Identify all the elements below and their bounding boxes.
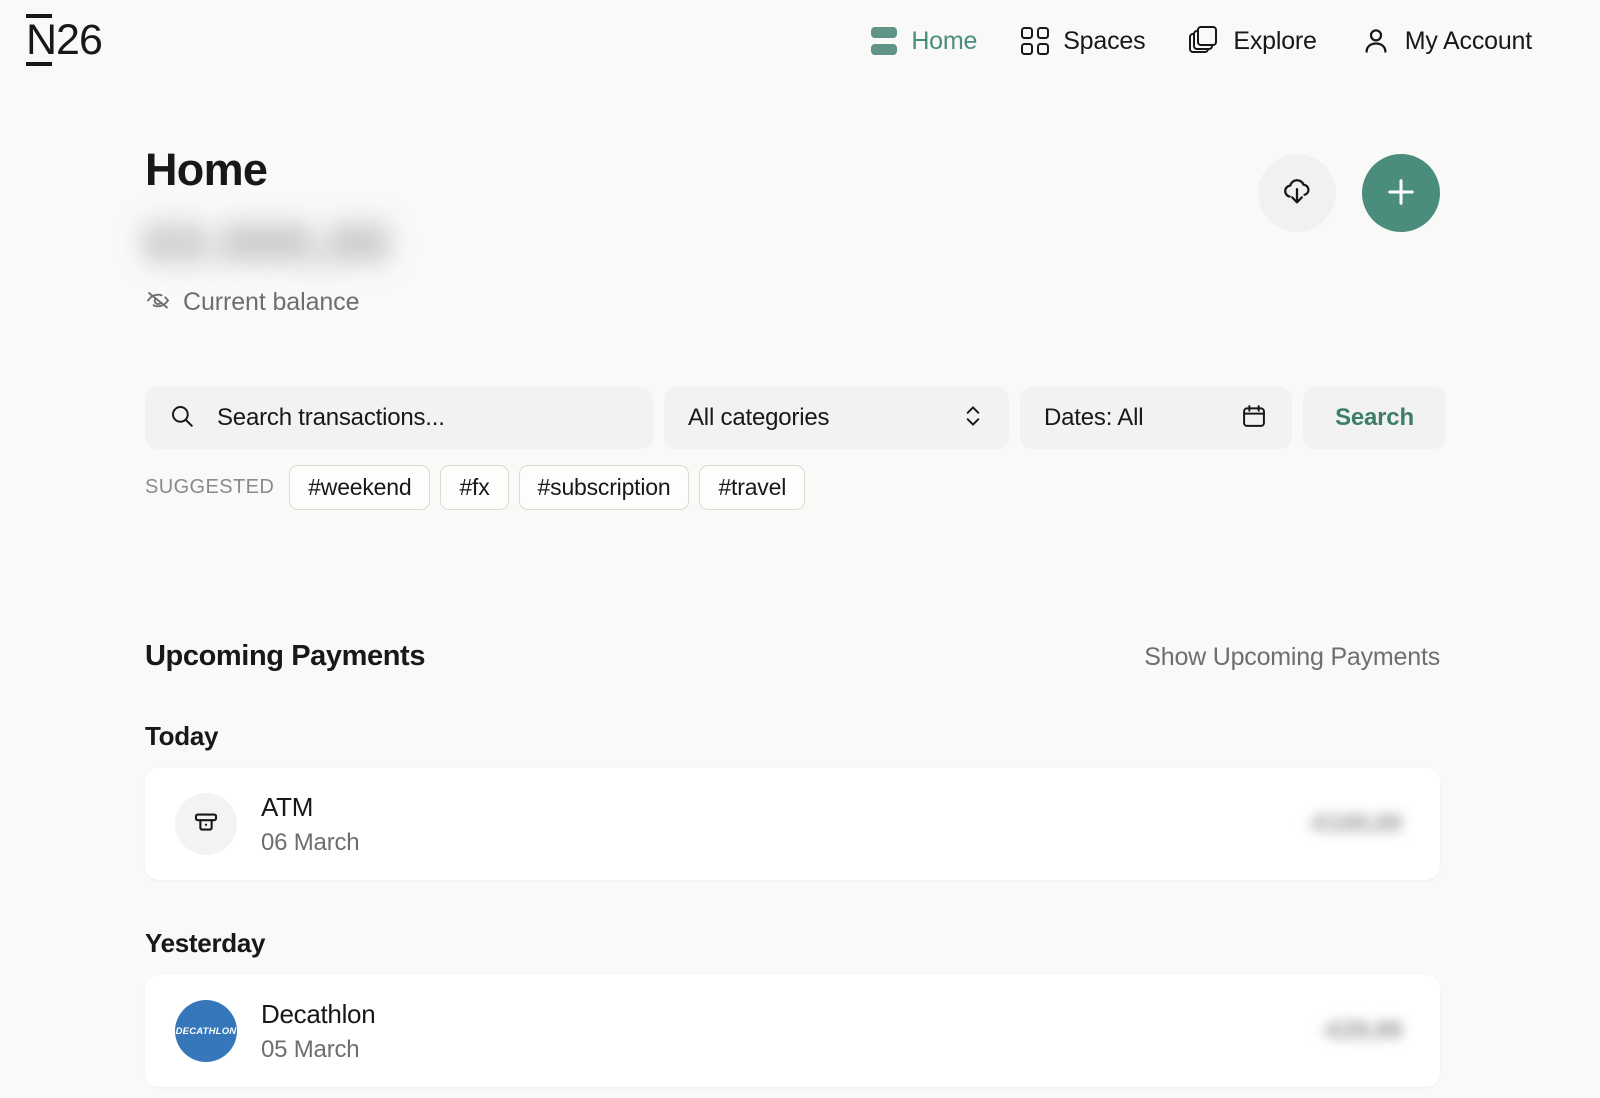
balance-amount-text: €0.000,00 <box>145 214 390 273</box>
transaction-date: 05 March <box>261 1035 360 1063</box>
transaction-date: 06 March <box>261 828 360 856</box>
page-header-left: Home €0.000,00 Current balance <box>145 144 517 317</box>
search-icon <box>169 403 195 434</box>
chevron-updown-icon <box>961 401 985 436</box>
logo-text: N26 <box>26 15 103 64</box>
nav-item-my-account-label: My Account <box>1404 26 1532 55</box>
show-upcoming-payments-link[interactable]: Show Upcoming Payments <box>1144 643 1440 672</box>
date-filter-select[interactable]: Dates: All <box>1020 387 1292 449</box>
calendar-icon <box>1240 402 1268 435</box>
balance-label-text: Current balance <box>183 288 360 316</box>
download-statement-button[interactable] <box>1258 154 1336 232</box>
day-group-title-today: Today <box>145 721 219 751</box>
plus-icon <box>1383 174 1419 213</box>
search-input-wrapper[interactable] <box>145 387 653 449</box>
nav-item-my-account[interactable]: My Account <box>1339 13 1554 69</box>
suggested-tag-subscription[interactable]: #subscription <box>518 465 690 510</box>
transaction-row-atm[interactable]: ATM 06 March -€100,00 <box>145 768 1440 880</box>
transaction-amount-masked: -€29,99 <box>1320 1017 1402 1044</box>
nav-item-spaces-label: Spaces <box>1063 26 1146 55</box>
category-filter-select[interactable]: All categories <box>664 387 1009 449</box>
nav-items: Home Spaces Explore My Account <box>849 13 1554 69</box>
upcoming-payments-title: Upcoming Payments <box>145 640 426 672</box>
page-header: Home €0.000,00 Current balance <box>145 82 1440 317</box>
top-navigation-bar: N26 Home Spaces Explore My Account <box>0 0 1600 82</box>
transaction-name: ATM <box>261 791 314 822</box>
home-icon <box>871 27 898 55</box>
search-input[interactable] <box>217 404 629 432</box>
transaction-name: Decathlon <box>261 998 376 1029</box>
transaction-amount-masked: -€100,00 <box>1307 810 1402 837</box>
transaction-details: ATM 06 March <box>261 792 1307 857</box>
person-icon <box>1361 26 1391 56</box>
logo-bar-bottom <box>26 62 52 67</box>
n26-logo[interactable]: N26 <box>26 13 103 67</box>
nav-item-home-label: Home <box>911 26 978 55</box>
suggested-tag-fx[interactable]: #fx <box>440 465 509 510</box>
header-actions <box>1258 144 1440 232</box>
explore-layers-icon <box>1189 26 1219 56</box>
balance-amount-masked: €0.000,00 <box>145 214 517 274</box>
atm-icon <box>191 807 221 842</box>
nav-item-explore-label: Explore <box>1233 26 1317 55</box>
transaction-row-decathlon[interactable]: DECATHLON Decathlon 05 March -€29,99 <box>145 975 1440 1087</box>
nav-item-home[interactable]: Home <box>849 13 999 69</box>
transaction-details: Decathlon 05 March <box>261 999 1321 1064</box>
upcoming-payments-header: Upcoming Payments Show Upcoming Payments <box>145 640 1440 673</box>
category-filter-value: All categories <box>688 404 830 431</box>
suggested-label: SUGGESTED <box>145 476 275 498</box>
date-filter-value: Dates: All <box>1044 404 1144 431</box>
nav-item-explore[interactable]: Explore <box>1167 13 1338 69</box>
spaces-grid-icon <box>1021 27 1050 55</box>
suggested-tags-row: SUGGESTED #weekend #fx #subscription #tr… <box>145 465 1440 510</box>
balance-visibility-toggle[interactable]: Current balance <box>145 288 359 317</box>
decathlon-logo: DECATHLON <box>175 1025 237 1037</box>
search-button[interactable]: Search <box>1303 387 1446 449</box>
main-content: Home €0.000,00 Current balance Search tr… <box>0 82 1600 1087</box>
add-new-button[interactable] <box>1362 154 1440 232</box>
nav-item-spaces[interactable]: Spaces <box>999 13 1167 69</box>
cloud-download-icon <box>1280 175 1314 212</box>
suggested-tag-weekend[interactable]: #weekend <box>289 465 431 510</box>
transaction-avatar: DECATHLON <box>175 1000 237 1062</box>
eye-off-icon <box>145 290 171 315</box>
suggested-tag-travel[interactable]: #travel <box>699 465 806 510</box>
transaction-search-row: All categories Dates: All Search <box>145 387 1446 449</box>
day-group-title-yesterday: Yesterday <box>145 928 266 958</box>
page-title: Home <box>145 144 268 195</box>
transaction-avatar <box>175 793 237 855</box>
